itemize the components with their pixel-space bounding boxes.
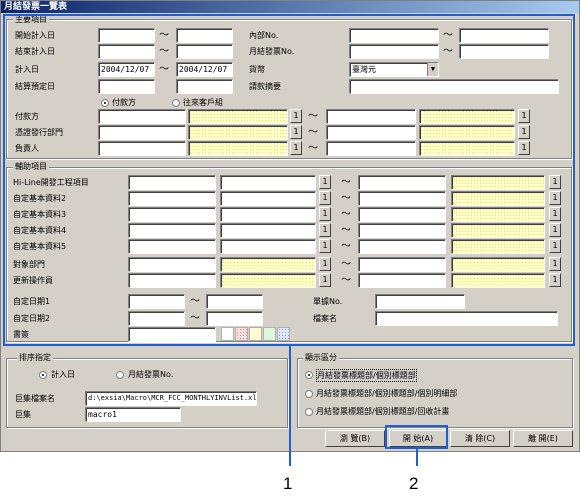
callout-1-frame (3, 14, 575, 346)
display-group-title: 顯示區分 (303, 353, 339, 363)
macro-label: 巨集 (15, 410, 31, 419)
callout-2-frame (385, 425, 448, 449)
radio-display-2[interactable] (305, 390, 313, 398)
macro-file-label: 巨集檔案名 (15, 394, 55, 403)
callout-1-number: 1 (283, 474, 293, 493)
window-title: 月結發票一覽表 (1, 1, 579, 13)
radio-sort-invoice-no-label: 月結發票No. (128, 370, 174, 379)
callout-2-line (416, 449, 418, 466)
radio-display-1-label: 月結發票標題部/個別標題部 (316, 369, 417, 382)
radio-display-1[interactable] (305, 371, 313, 379)
sort-group-title: 排序指定 (17, 353, 53, 363)
callout-1-line (289, 346, 291, 466)
radio-display-3-label: 月結發票標題部/個別標題部/回收計畫 (316, 407, 450, 416)
preview-button[interactable]: 瀏 覽(B) (325, 430, 385, 447)
macro-file-input[interactable]: d:\exsia\Macro\MCR_FCC_MONTHLYINVList.xl… (85, 391, 257, 406)
macro-input[interactable]: macro1 (85, 407, 181, 422)
callout-2-number: 2 (409, 474, 419, 493)
clear-button[interactable]: 清 除(C) (450, 430, 510, 447)
radio-sort-invoice-no[interactable] (116, 371, 124, 379)
radio-display-3[interactable] (305, 408, 313, 416)
radio-sort-calc-date-label: 計入日 (51, 370, 75, 379)
radio-display-2-label: 月結發票標題部/個別標題部/個別明細部 (316, 389, 458, 398)
radio-sort-calc-date[interactable] (39, 371, 47, 379)
close-button[interactable]: 離 開(E) (513, 430, 573, 447)
